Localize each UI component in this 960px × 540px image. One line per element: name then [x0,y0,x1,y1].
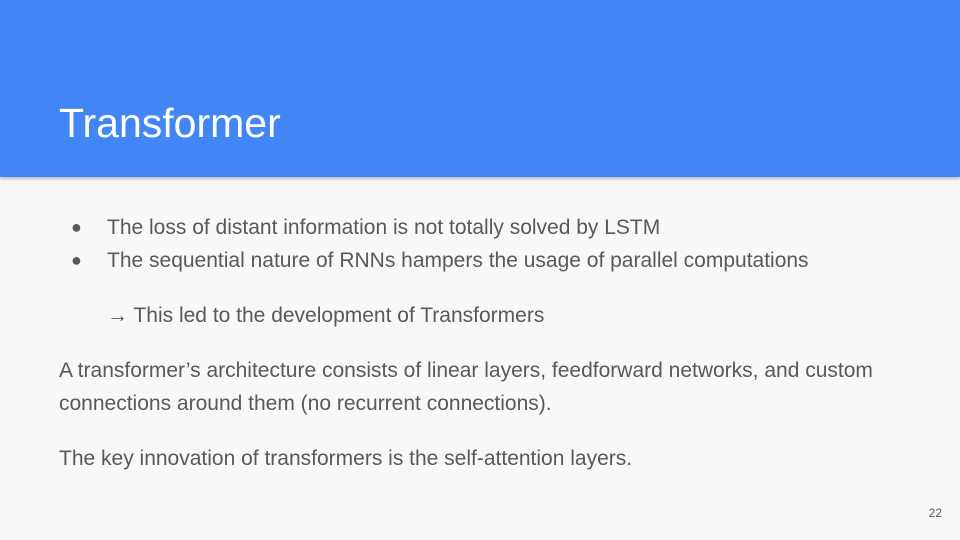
bullet-item: ● The loss of distant information is not… [59,211,899,244]
slide: Transformer ● The loss of distant inform… [0,0,960,540]
title-band: Transformer [0,0,960,177]
paragraph-key-innovation: The key innovation of transformers is th… [59,447,633,470]
slide-title: Transformer [59,100,281,146]
paragraph-architecture: A transformer’s architecture consists of… [59,359,873,415]
page-number: 22 [928,506,942,520]
slide-body: ● The loss of distant information is not… [59,211,899,475]
arrow-conclusion: → This led to the development of Transfo… [107,304,545,327]
bullet-text: The sequential nature of RNNs hampers th… [107,249,809,272]
bullet-item: ● The sequential nature of RNNs hampers … [59,244,899,277]
bullet-marker: ● [71,250,82,270]
bullet-text: The loss of distant information is not t… [107,216,661,239]
bullet-marker: ● [71,217,82,237]
bullet-list: ● The loss of distant information is not… [59,211,899,277]
